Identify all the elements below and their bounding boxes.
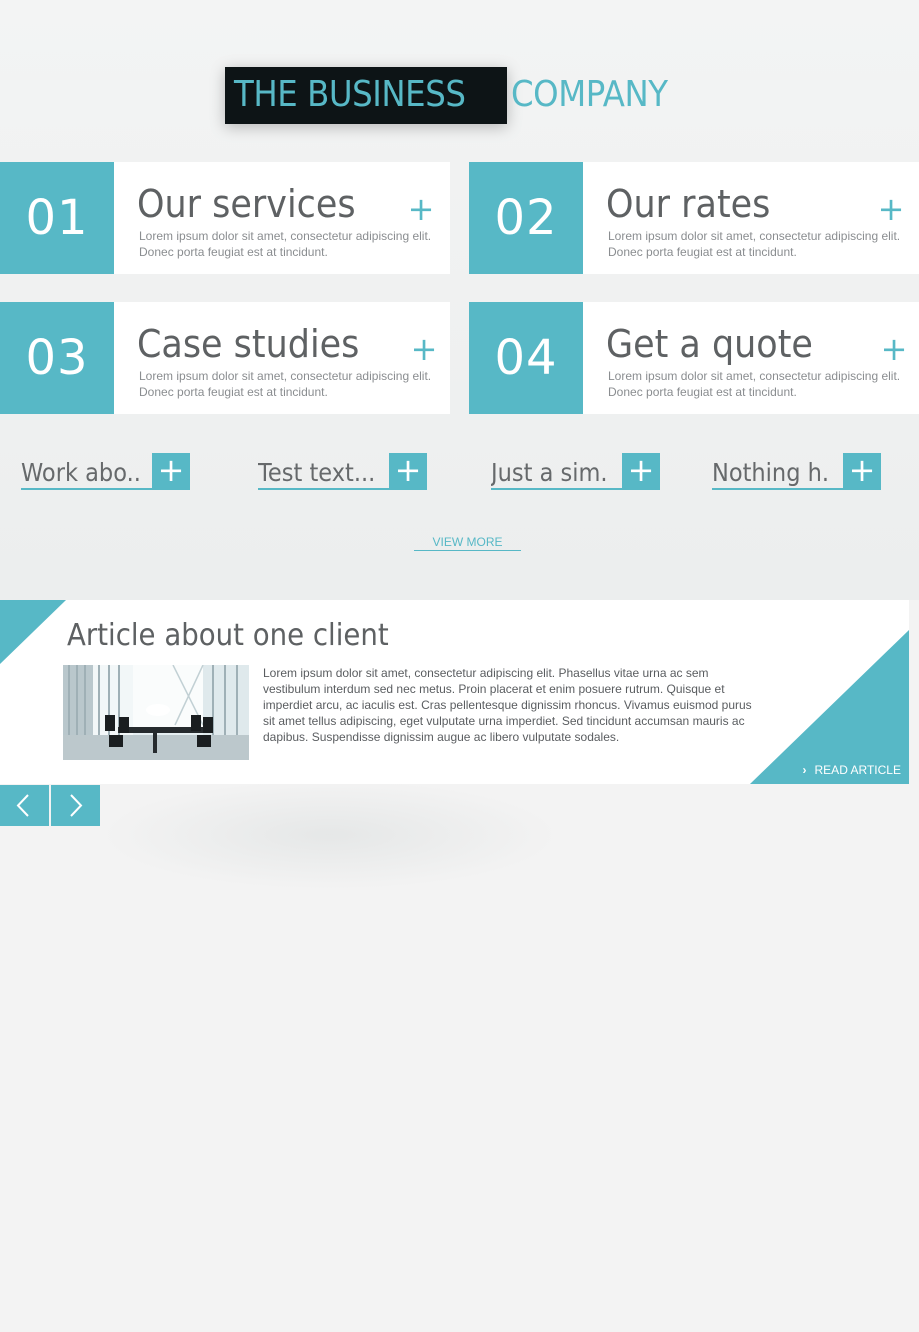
- tab-label: Test text...: [258, 458, 376, 487]
- tab-nothing-h[interactable]: Nothing h... +: [712, 453, 881, 490]
- chevron-left-icon: [16, 794, 29, 817]
- card-description: Lorem ipsum dolor sit amet, consectetur …: [608, 369, 901, 399]
- shadow-decoration: [100, 780, 560, 890]
- plus-icon[interactable]: +: [389, 453, 427, 490]
- card-number: 03: [0, 302, 114, 414]
- chevron-right-icon: [70, 794, 83, 817]
- article-title: Article about one client: [67, 618, 389, 653]
- service-card-get-a-quote[interactable]: 04 Get a quote Lorem ipsum dolor sit ame…: [469, 302, 919, 414]
- prev-button[interactable]: [0, 785, 49, 826]
- tab-label: Nothing h...: [712, 458, 831, 487]
- card-description: Lorem ipsum dolor sit amet, consectetur …: [608, 229, 901, 259]
- plus-icon[interactable]: +: [152, 453, 190, 490]
- logo-text-business: THE BUSINESS: [234, 74, 466, 115]
- card-title: Case studies: [137, 322, 360, 366]
- tab-test-text[interactable]: Test text... +: [258, 453, 427, 490]
- tab-label: Work abo...: [21, 458, 140, 487]
- tab-work-about[interactable]: Work abo... +: [21, 453, 190, 490]
- plus-icon[interactable]: +: [843, 453, 881, 490]
- service-card-our-services[interactable]: 01 Our services Lorem ipsum dolor sit am…: [0, 162, 450, 274]
- logo-text-company: COMPANY: [511, 74, 668, 115]
- chevron-right-icon: ›: [802, 763, 807, 777]
- conference-room-photo: [63, 665, 249, 760]
- card-description: Lorem ipsum dolor sit amet, consectetur …: [139, 369, 432, 399]
- tab-label: Just a sim...: [491, 458, 610, 487]
- read-article-link[interactable]: › READ ARTICLE: [803, 762, 901, 778]
- plus-icon[interactable]: +: [409, 333, 439, 365]
- plus-icon[interactable]: +: [879, 333, 909, 365]
- article-body: Lorem ipsum dolor sit amet, consectetur …: [263, 666, 752, 744]
- view-more-link[interactable]: VIEW MORE: [414, 534, 521, 551]
- next-button[interactable]: [51, 785, 100, 826]
- corner-decoration: [750, 630, 909, 784]
- card-title: Our services: [137, 182, 356, 226]
- read-article-label: READ ARTICLE: [814, 763, 901, 777]
- plus-icon[interactable]: +: [876, 193, 906, 225]
- service-card-our-rates[interactable]: 02 Our rates Lorem ipsum dolor sit amet,…: [469, 162, 919, 274]
- card-description: Lorem ipsum dolor sit amet, consectetur …: [139, 229, 432, 259]
- plus-icon[interactable]: +: [622, 453, 660, 490]
- card-title: Get a quote: [606, 322, 813, 366]
- article-card: Article about one client Lorem ipsum dol…: [0, 600, 909, 784]
- card-number: 04: [469, 302, 583, 414]
- tab-just-a-sim[interactable]: Just a sim... +: [491, 453, 660, 490]
- corner-decoration: [0, 600, 66, 664]
- card-number: 01: [0, 162, 114, 274]
- card-title: Our rates: [606, 182, 771, 226]
- plus-icon[interactable]: +: [406, 193, 436, 225]
- service-card-case-studies[interactable]: 03 Case studies Lorem ipsum dolor sit am…: [0, 302, 450, 414]
- card-number: 02: [469, 162, 583, 274]
